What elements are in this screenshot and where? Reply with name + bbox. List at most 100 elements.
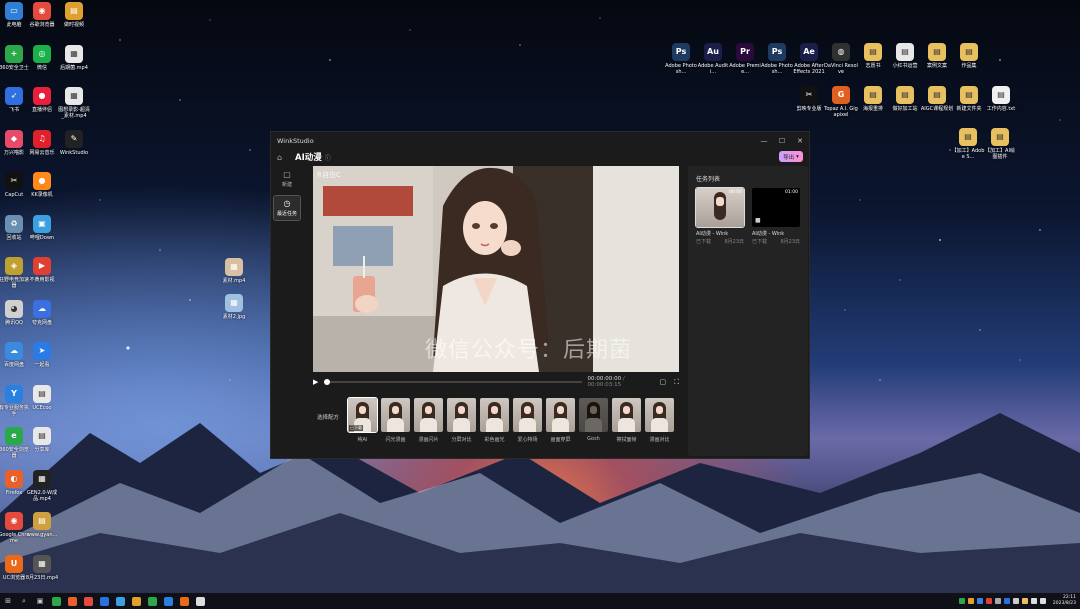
sidebar-item-new[interactable]: ▢ 新建	[273, 166, 301, 192]
desktop-icon[interactable]: ♫ 网易云音乐	[25, 129, 59, 156]
desktop-icon-label: Adobe Premie...	[729, 63, 761, 75]
taskbar-app-icon[interactable]	[192, 593, 208, 609]
preset-item[interactable]: 爱心特场	[513, 398, 542, 443]
preset-item[interactable]: 闪光漫画	[381, 398, 410, 443]
desktop-icon[interactable]: ▤ 【加工】AI绘图插件	[983, 128, 1017, 160]
desktop-icon[interactable]: ▤ 分享库	[25, 427, 59, 453]
task-thumbnail: 00:04	[695, 187, 745, 228]
desktop-icon[interactable]: ▶ 不黄用影视	[25, 257, 59, 283]
desktop-icon-label: Adobe After Effects 2021	[793, 63, 825, 75]
windows-start-icon[interactable]: ⊞	[0, 593, 16, 609]
export-button[interactable]: 导出 ▾	[779, 151, 803, 162]
desktop-app-icon: ◕	[5, 299, 23, 318]
aspect-ratio-icon[interactable]: ▢	[659, 378, 666, 387]
desktop-icon[interactable]: ● KK录像机	[25, 172, 59, 198]
desktop-icon[interactable]: ▤ 做时视频	[57, 2, 91, 28]
desktop-icon[interactable]: ▤ 小红书运营	[888, 43, 922, 69]
preset-list: 已下载 纯AI 闪光漫画 漫画闪片 分屏对比 彩色画光 爱心特场 画面穿屏 Gosh 擦拭面帧 漫画…	[347, 397, 674, 443]
tray-icon[interactable]	[1003, 598, 1010, 604]
desktop-icon[interactable]: ▤ 【加工】Adobe S...	[951, 128, 985, 160]
preset-item[interactable]: 画面穿屏	[546, 398, 575, 443]
desktop-icon[interactable]: Au Adobe Auditi...	[696, 43, 730, 75]
desktop-icon[interactable]: Ae Adobe After Effects 2021	[792, 43, 826, 75]
taskbar-app-icon[interactable]	[144, 593, 160, 609]
video-preview[interactable]: R自由C 微信公众号：后期菌	[313, 166, 679, 372]
desktop-icon[interactable]: ▤ 做好加工站	[888, 86, 922, 112]
desktop-app-icon: ♫	[33, 129, 51, 148]
desktop-icon[interactable]: ▦ 8月23日.mp4	[25, 554, 59, 581]
desktop-icon[interactable]: ▤ UCEcoo	[25, 384, 59, 411]
taskbar-app-icon[interactable]	[64, 593, 80, 609]
desktop-icon[interactable]: ▤ 案例文案	[920, 43, 954, 69]
close-icon[interactable]: ✕	[791, 137, 809, 145]
desktop-icon[interactable]: ▦ 图想录影-超清_素材.mp4	[57, 87, 91, 119]
desktop-icon[interactable]: ➤ 一起看	[25, 342, 59, 368]
taskbar-app-icon[interactable]	[80, 593, 96, 609]
desktop-icon[interactable]: ● 直播伴侣	[25, 87, 59, 113]
desktop-icon[interactable]: ◎ 微信	[25, 44, 59, 71]
desktop-icon[interactable]: ✎ WinkStudio	[57, 129, 91, 156]
tray-icon[interactable]	[958, 598, 965, 604]
search-icon[interactable]: ⌕	[16, 593, 32, 609]
preset-item[interactable]: 已下载 纯AI	[347, 397, 378, 443]
sidebar-item-recent-tasks[interactable]: ◷ 最近任务	[273, 195, 301, 221]
home-icon[interactable]: ⌂	[277, 153, 287, 162]
volume-icon[interactable]	[1030, 598, 1037, 604]
desktop-icon[interactable]: ▣ 哔哩Down	[25, 214, 59, 241]
preset-thumbnail	[612, 398, 641, 432]
preset-item[interactable]: 擦拭面帧	[612, 398, 641, 443]
preset-item[interactable]: 彩色画光	[480, 398, 509, 443]
title-bar[interactable]: WinkStudio — ☐ ✕	[271, 132, 809, 150]
desktop-icon[interactable]: ◍ DaVinci Resolve	[824, 43, 858, 75]
desktop-icon[interactable]: ▤ 作品集	[952, 43, 986, 69]
desktop-icon[interactable]: Pr Adobe Premie...	[728, 43, 762, 75]
clock[interactable]: 22:11 2023/8/23	[1053, 595, 1076, 607]
desktop-icon[interactable]: ▦ 素材.mp4	[217, 258, 251, 284]
desktop-icon[interactable]: ▤ 新建文件夹	[952, 86, 986, 112]
desktop-icon[interactable]: ▦ 素材2.jpg	[217, 294, 251, 320]
tray-icon[interactable]	[976, 598, 983, 604]
taskbar-app-icon[interactable]	[176, 593, 192, 609]
desktop-icon[interactable]: ▤ www.gyan...	[25, 512, 59, 538]
desktop-icon[interactable]: ✂ 剪映专业版	[792, 86, 826, 112]
minimize-icon[interactable]: —	[755, 137, 773, 145]
taskbar-app-icon[interactable]	[128, 593, 144, 609]
seek-knob[interactable]	[323, 379, 330, 385]
thumb-body	[453, 418, 470, 432]
play-icon[interactable]: ▶	[313, 378, 322, 386]
fullscreen-icon[interactable]: ⛶	[674, 378, 679, 387]
desktop-icon[interactable]: ▦ GEN2.0-W成品.mp4	[25, 469, 59, 502]
desktop-icon[interactable]: ▤ 志愿书	[856, 43, 890, 69]
info-icon[interactable]: ⓘ	[325, 153, 331, 162]
seek-bar[interactable]	[323, 379, 582, 385]
tray-icon[interactable]	[967, 598, 974, 604]
network-icon[interactable]	[1039, 598, 1046, 604]
desktop-icon[interactable]: Ps Adobe Photosh...	[760, 43, 794, 75]
tray-icon[interactable]	[1021, 598, 1028, 604]
taskbar-app-icon[interactable]	[96, 593, 112, 609]
desktop-icon[interactable]: ☁ 夸克网盘	[25, 299, 59, 326]
task-item[interactable]: ■ 01:00 AI动漫 - Wink 已下载 8月23日	[752, 188, 800, 245]
desktop-icon[interactable]: Ps Adobe Photosh...	[664, 43, 698, 75]
preset-item[interactable]: 分屏对比	[447, 398, 476, 443]
desktop-icon[interactable]: ▤ 海报重排	[856, 86, 890, 112]
task-item[interactable]: 00:04 AI动漫 - Wink 已下载 8月23日	[695, 187, 745, 245]
preset-item[interactable]: Gosh	[579, 398, 608, 443]
desktop-icon[interactable]: ▤ 工作内容.txt	[984, 86, 1018, 112]
desktop-icon-label: 素材.mp4	[222, 278, 246, 284]
desktop-icon[interactable]: ▤ AIGC课程规划	[920, 86, 954, 112]
desktop-icon[interactable]: ▦ 后期菌.mp4	[57, 44, 91, 71]
tray-icon[interactable]	[1012, 598, 1019, 604]
preset-item[interactable]: 漫画闪片	[414, 398, 443, 443]
taskbar-app-icon[interactable]	[48, 593, 64, 609]
task-view-icon[interactable]: ▣	[32, 593, 48, 609]
desktop-icon[interactable]: G Topaz A.I. Gigapixel	[824, 86, 858, 118]
tray-icon[interactable]	[985, 598, 992, 604]
tray-icon[interactable]	[994, 598, 1001, 604]
desktop-icon[interactable]: ◉ 谷歌浏览器	[25, 2, 59, 28]
preset-label: 纯AI	[357, 437, 368, 443]
preset-item[interactable]: 漫画对比	[645, 398, 674, 443]
maximize-icon[interactable]: ☐	[773, 137, 791, 145]
taskbar-app-icon[interactable]	[112, 593, 128, 609]
taskbar-app-icon[interactable]	[160, 593, 176, 609]
